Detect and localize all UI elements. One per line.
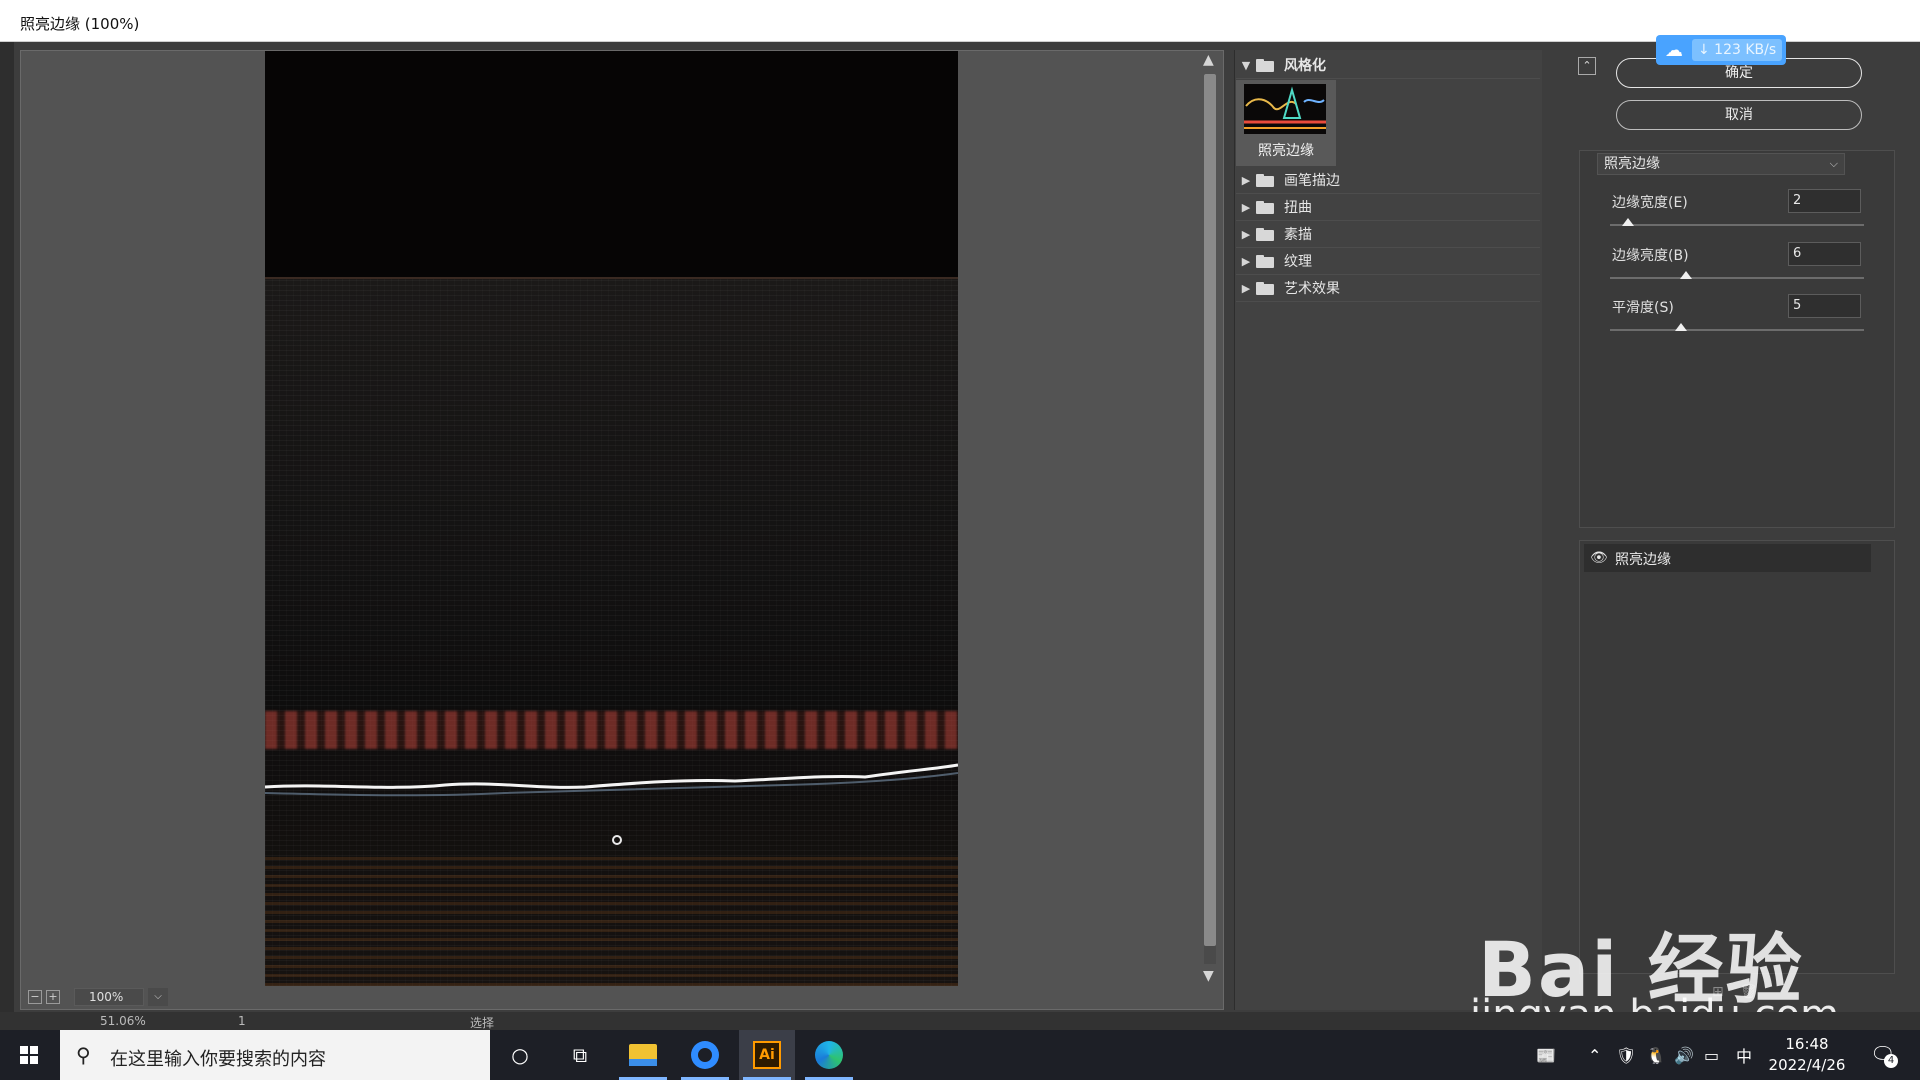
zoom-in-button[interactable]: + [46,990,60,1004]
ime-indicator[interactable]: 中 [1736,1030,1752,1080]
folder-icon [1256,200,1276,214]
category-label: 素描 [1284,227,1312,243]
background-zoom: 51.06% [100,1014,146,1028]
background-app-statusbar: 51.06% 1 选择 [0,1012,1920,1030]
folder-icon [1256,227,1276,241]
cancel-button[interactable]: 取消 [1616,100,1862,130]
download-speed: ↓ 123 KB/s [1692,39,1782,61]
zoom-value[interactable]: 100% [74,988,144,1006]
illustrator-button[interactable]: Ai [739,1030,795,1080]
effect-layer-name: 照亮边缘 [1615,552,1671,568]
download-speed-badge[interactable]: ☁ ↓ 123 KB/s [1656,35,1786,65]
illustrator-icon: Ai [753,1041,781,1069]
browser-button[interactable] [677,1030,733,1080]
folder-open-icon [1256,58,1276,72]
zoom-out-button[interactable]: − [28,990,42,1004]
category-2[interactable]: ▶ 素描 [1236,221,1540,248]
browser-icon [691,1041,719,1069]
edge-icon [815,1041,843,1069]
background-app-edge [0,42,14,1030]
cortana-button[interactable]: ○ [492,1030,548,1080]
category-3[interactable]: ▶ 纹理 [1236,248,1540,275]
collapsed-triangle-icon[interactable]: ▶ [1236,282,1256,295]
collapsed-triangle-icon[interactable]: ▶ [1236,174,1256,187]
folder-icon [1256,281,1276,295]
preview-wave-line [265,763,958,845]
edge-width-slider-thumb[interactable] [1621,218,1634,226]
folder-icon [1256,173,1276,187]
category-open[interactable]: ▼ 风格化 [1236,52,1540,79]
category-4[interactable]: ▶ 艺术效果 [1236,275,1540,302]
category-label: 艺术效果 [1284,281,1340,297]
news-widget-icon[interactable]: 📰 [1536,1030,1556,1080]
windows-logo-icon [20,1046,38,1064]
search-icon: ⚲ [76,1043,91,1067]
filter-thumbnail-image [1244,84,1326,134]
filter-select-value: 照亮边缘 [1604,156,1660,172]
background-mode: 选择 [470,1016,495,1030]
qq-icon[interactable]: 🐧 [1646,1030,1666,1080]
filter-select[interactable]: 照亮边缘 ⌵ [1597,153,1845,175]
category-label: 风格化 [1284,58,1326,74]
smoothness-slider[interactable] [1610,329,1864,331]
category-label: 扭曲 [1284,200,1312,216]
collapse-gallery-button[interactable]: ⌃ [1578,57,1596,75]
chevron-down-icon: ⌵ [1829,157,1838,170]
edge-width-input[interactable]: 2 [1788,189,1861,213]
expanded-triangle-icon[interactable]: ▼ [1236,59,1256,72]
task-view-button[interactable]: ⧉ [552,1030,608,1080]
clock-time: 16:48 [1785,1035,1829,1053]
taskbar: ⚲ 在这里输入你要搜索的内容 ○ ⧉ Ai 📰 ⌃ 🛡 🐧 🔊 ▭ 中 16:4… [0,1030,1920,1080]
search-placeholder: 在这里输入你要搜索的内容 [110,1049,326,1070]
task-view-icon: ⧉ [572,1043,588,1067]
background-page: 1 [238,1014,246,1028]
smoothness-slider-thumb[interactable] [1675,323,1688,331]
scroll-thumb[interactable] [1204,74,1216,946]
eye-visibility-icon[interactable]: 👁 [1590,550,1608,566]
edge-width-label: 边缘宽度(E) [1612,195,1688,211]
scroll-down-arrow-icon[interactable]: ▼ [1203,968,1214,984]
filter-thumbnail-label: 照亮边缘 [1258,143,1314,159]
preview-vertical-scrollbar[interactable]: ▲ ▼ [1200,52,1220,988]
folder-icon [1256,254,1276,268]
category-0[interactable]: ▶ 画笔描边 [1236,167,1540,194]
preview-canvas[interactable] [265,51,958,986]
category-label: 画笔描边 [1284,173,1340,189]
tray-chevron-up-icon[interactable]: ⌃ [1588,1030,1601,1080]
notification-count: 4 [1884,1054,1898,1068]
file-explorer-button[interactable] [615,1030,671,1080]
category-label: 纹理 [1284,254,1312,270]
category-1[interactable]: ▶ 扭曲 [1236,194,1540,221]
smoothness-label: 平滑度(S) [1612,300,1674,316]
start-button[interactable] [0,1030,58,1080]
window-titlebar: 照亮边缘 (100%) [0,0,1920,42]
edge-width-slider[interactable] [1610,224,1864,226]
collapsed-triangle-icon[interactable]: ▶ [1236,228,1256,241]
edge-brightness-slider[interactable] [1610,277,1864,279]
cortana-circle-icon: ○ [511,1043,529,1067]
zoom-controls: − + 100% ⌵ [28,988,168,1006]
battery-icon[interactable]: ▭ [1704,1030,1719,1080]
defender-icon[interactable]: 🛡 [1616,1030,1636,1080]
window-title: 照亮边缘 (100%) [20,15,140,33]
edge-brightness-slider-thumb[interactable] [1680,271,1693,279]
effect-layer-row[interactable]: 👁 照亮边缘 [1584,544,1871,572]
edge-brightness-input[interactable]: 6 [1788,242,1861,266]
file-explorer-icon [629,1044,657,1066]
edge-button[interactable] [801,1030,857,1080]
smoothness-input[interactable]: 5 [1788,294,1861,318]
collapsed-triangle-icon[interactable]: ▶ [1236,201,1256,214]
clock[interactable]: 16:48 2022/4/26 [1762,1034,1852,1076]
clock-date: 2022/4/26 [1768,1056,1846,1074]
scroll-up-arrow-icon[interactable]: ▲ [1203,52,1214,68]
cloud-icon: ☁ [1665,39,1683,61]
taskbar-search[interactable]: ⚲ 在这里输入你要搜索的内容 [60,1030,490,1080]
notification-center-button[interactable]: 🗨 4 [1870,1042,1898,1068]
filter-thumbnail-selected[interactable]: 照亮边缘 [1236,80,1336,166]
zoom-dropdown-chevron-icon[interactable]: ⌵ [148,988,168,1006]
collapsed-triangle-icon[interactable]: ▶ [1236,255,1256,268]
edge-brightness-label: 边缘亮度(B) [1612,248,1689,264]
volume-icon[interactable]: 🔊 [1674,1030,1694,1080]
